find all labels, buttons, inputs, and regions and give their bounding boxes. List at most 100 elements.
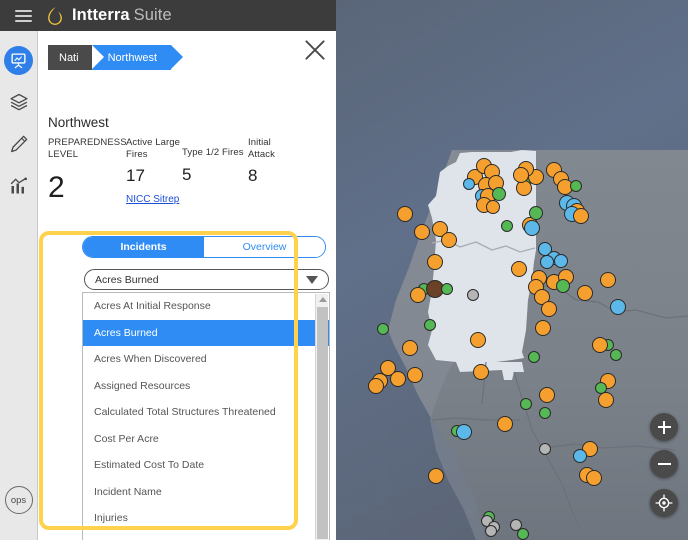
stat-label: Initial Attack: [248, 137, 275, 160]
dropdown-option[interactable]: Estimated Cost To Date: [83, 452, 329, 479]
map-incident-marker[interactable]: [556, 279, 570, 293]
map-incident-marker[interactable]: [407, 367, 423, 383]
nicc-sitrep-link[interactable]: NICC Sitrep: [126, 194, 179, 205]
map-incident-marker[interactable]: [539, 407, 551, 419]
brand-secondary: Suite: [133, 6, 172, 24]
attribute-select[interactable]: Acres Burned: [84, 269, 329, 290]
layers-icon: [9, 93, 28, 111]
stat-label: Type 1/2 Fires: [182, 147, 244, 158]
pencil-icon: [10, 135, 27, 153]
map-incident-marker[interactable]: [610, 349, 622, 361]
minus-icon: [657, 463, 671, 465]
map-incident-marker[interactable]: [610, 299, 626, 315]
dropdown-option[interactable]: Calculated Total Structures Threatened: [83, 399, 329, 426]
dropdown-option[interactable]: Acres When Discovered: [83, 346, 329, 373]
dropdown-option[interactable]: Acres At Initial Response: [83, 293, 329, 320]
map-incident-marker[interactable]: [541, 301, 557, 317]
map-incident-marker[interactable]: [592, 337, 608, 353]
map-incident-marker[interactable]: [520, 398, 532, 410]
stat-value: 17: [126, 166, 145, 185]
map-incident-marker[interactable]: [414, 224, 430, 240]
dropdown-option[interactable]: Acres Burned: [83, 319, 329, 346]
map-incident-marker[interactable]: [539, 387, 555, 403]
dropdown-scrollbar[interactable]: [315, 294, 328, 540]
map-zoom-out-button[interactable]: [650, 450, 678, 478]
map-incident-marker[interactable]: [511, 261, 527, 277]
hamburger-icon[interactable]: [6, 9, 40, 22]
sidebar-item-situation[interactable]: [0, 39, 38, 81]
map-incident-marker[interactable]: [467, 289, 479, 301]
map-incident-marker[interactable]: [441, 283, 453, 295]
map-incident-marker[interactable]: [390, 371, 406, 387]
tab-overview[interactable]: Overview: [204, 237, 325, 257]
map-incident-marker[interactable]: [573, 449, 587, 463]
map-incident-marker[interactable]: [598, 392, 614, 408]
map-incident-marker[interactable]: [497, 416, 513, 432]
dropdown-option[interactable]: Name: [83, 532, 329, 540]
sidebar-item-analytics[interactable]: [0, 165, 38, 207]
map-incident-marker[interactable]: [492, 187, 506, 201]
sidebar-item-draw[interactable]: [0, 123, 38, 165]
map-incident-marker[interactable]: [402, 340, 418, 356]
page-title: Northwest: [48, 115, 109, 130]
dropdown-option[interactable]: Incident Name: [83, 479, 329, 506]
map-incident-marker[interactable]: [470, 332, 486, 348]
map-incident-marker[interactable]: [540, 255, 554, 269]
breadcrumb-item-national[interactable]: Nati: [48, 45, 105, 70]
map-incident-marker[interactable]: [586, 470, 602, 486]
dropdown-option[interactable]: Assigned Resources: [83, 373, 329, 400]
map-incident-marker[interactable]: [501, 220, 513, 232]
map-incident-marker[interactable]: [473, 364, 489, 380]
map-incident-marker[interactable]: [554, 254, 568, 268]
sidebar-item-layers[interactable]: [0, 81, 38, 123]
map-incident-marker[interactable]: [456, 424, 472, 440]
scroll-up-arrow-icon[interactable]: [319, 297, 327, 302]
close-icon[interactable]: [302, 37, 328, 63]
ops-button[interactable]: ops: [4, 486, 33, 514]
breadcrumb-item-northwest[interactable]: Northwest: [91, 45, 183, 70]
map-incident-marker[interactable]: [535, 320, 551, 336]
map-incident-marker[interactable]: [573, 208, 589, 224]
scrollbar-thumb[interactable]: [317, 307, 328, 539]
crosshair-target-icon: [655, 494, 673, 512]
map-incident-marker[interactable]: [424, 319, 436, 331]
brand-title: Intterra Suite: [72, 6, 172, 25]
tab-incidents[interactable]: Incidents: [83, 237, 204, 257]
map-incident-marker[interactable]: [410, 287, 426, 303]
attribute-select-value: Acres Burned: [95, 273, 159, 286]
map-incident-marker[interactable]: [539, 443, 551, 455]
map-incident-marker[interactable]: [377, 323, 389, 335]
stat-value: 2: [48, 171, 65, 204]
map-incident-marker[interactable]: [577, 285, 593, 301]
map-incident-marker[interactable]: [517, 528, 529, 540]
map-incident-marker[interactable]: [397, 206, 413, 222]
map-incident-marker[interactable]: [570, 180, 582, 192]
dropdown-option[interactable]: Cost Per Acre: [83, 426, 329, 453]
map-incident-marker[interactable]: [428, 468, 444, 484]
dropdown-options-container: Acres At Initial Response Acres Burned Acr…: [83, 293, 329, 540]
map-incident-marker[interactable]: [600, 272, 616, 288]
stat-label: PREPAREDNESS LEVEL: [48, 137, 127, 160]
dropdown-options-list[interactable]: Acres At Initial Response Acres Burned Acr…: [82, 292, 330, 540]
map-incident-marker[interactable]: [427, 254, 443, 270]
map-locate-button[interactable]: [650, 489, 678, 517]
map-incident-marker[interactable]: [486, 200, 500, 214]
map-incident-marker[interactable]: [463, 178, 475, 190]
left-toolbar: ops: [0, 31, 38, 540]
stat-value: 8: [248, 166, 258, 185]
map-incident-marker[interactable]: [528, 351, 540, 363]
intterra-logo-icon: [48, 6, 62, 25]
panel-tabs: Incidents Overview: [82, 236, 326, 258]
dropdown-option[interactable]: Injuries: [83, 505, 329, 532]
map-incident-marker[interactable]: [368, 378, 384, 394]
map-zoom-in-button[interactable]: [650, 413, 678, 441]
map-incident-marker[interactable]: [485, 525, 497, 537]
map-incident-marker[interactable]: [524, 220, 540, 236]
map-incident-marker[interactable]: [513, 167, 529, 183]
map-view[interactable]: [336, 0, 688, 540]
region-detail-panel: Nati Northwest Northwest PREPAREDNESS LEV…: [38, 31, 336, 540]
stat-initial-attack: Initial Attack 8: [248, 137, 296, 204]
map-incident-marker[interactable]: [529, 206, 543, 220]
presentation-easel-icon: [11, 52, 26, 68]
map-incident-marker[interactable]: [441, 232, 457, 248]
